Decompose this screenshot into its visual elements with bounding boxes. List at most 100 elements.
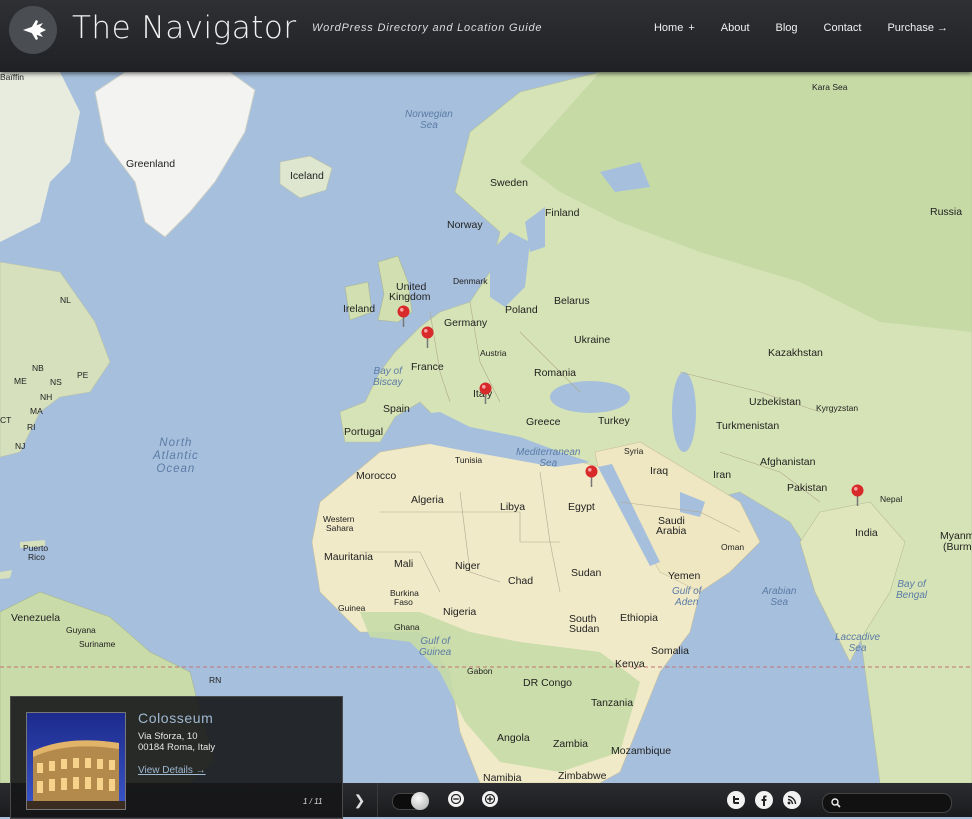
map-label: NS	[50, 377, 62, 387]
nav-contact[interactable]: Contact	[824, 22, 862, 34]
search-input[interactable]	[822, 793, 952, 813]
map-label: Iran	[713, 469, 732, 481]
map-label: RI	[27, 422, 36, 432]
map-label: NJ	[15, 441, 26, 451]
map-label: Chad	[508, 575, 534, 587]
next-location-button[interactable]: ❯	[342, 783, 378, 817]
map-label: Oman	[721, 542, 745, 552]
map-label: Zimbabwe	[558, 770, 607, 782]
sea-label: North Atlantic Ocean	[153, 437, 199, 475]
location-card: Colosseum Via Sforza, 10 00184 Roma, Ita…	[10, 696, 343, 819]
map-label: Gabon	[467, 666, 493, 676]
minus-icon	[451, 794, 461, 804]
map-label: Greece	[526, 416, 561, 428]
map-marker-icon[interactable]	[421, 326, 434, 348]
site-header: The Navigator WordPress Directory and Lo…	[0, 0, 972, 72]
nav-about[interactable]: About	[721, 22, 750, 34]
colosseum-image	[27, 713, 125, 809]
map-label: Kyrgyzstan	[816, 403, 859, 413]
map-label: Austria	[480, 348, 507, 358]
map-label: Yemen	[668, 570, 701, 582]
map-label: MA	[30, 406, 43, 416]
twitter-button[interactable]	[727, 791, 745, 809]
map-label: Angola	[497, 732, 530, 744]
sea-label: Bay of Bengal	[896, 579, 928, 601]
location-thumbnail[interactable]	[26, 712, 126, 810]
map-label: Russia	[930, 206, 963, 218]
sea-label: Bay of Biscay	[373, 366, 403, 388]
map-label: Tunisia	[455, 455, 483, 465]
map-marker-icon[interactable]	[585, 465, 598, 487]
map-label: CT	[0, 415, 12, 425]
map-label: Niger	[455, 560, 481, 572]
sea-label: Norwegian Sea	[405, 109, 453, 131]
map-label: Sahara	[326, 523, 354, 533]
airplane-icon	[23, 20, 46, 40]
map-label: Syria	[624, 446, 644, 456]
map-label: Romania	[534, 367, 577, 379]
map-label: Portugal	[344, 426, 384, 438]
map-label: RN	[209, 675, 222, 685]
map-label: India	[855, 527, 878, 539]
address-line-1: Via Sforza, 10	[138, 731, 198, 742]
zoom-in-button[interactable]	[482, 791, 498, 807]
rss-button[interactable]	[783, 791, 801, 809]
map-type-toggle[interactable]	[392, 792, 429, 810]
view-details-link[interactable]: View Details →	[138, 765, 206, 776]
map-label: Belarus	[554, 295, 590, 307]
map-marker-icon[interactable]	[479, 382, 492, 404]
sea-label: Gulf of Aden	[672, 586, 702, 608]
map-label: Sudan	[569, 623, 600, 635]
map-label: Guinea	[338, 603, 366, 613]
plus-icon: +	[688, 22, 695, 34]
twitter-icon	[733, 796, 739, 804]
map-label: Ethiopia	[620, 612, 658, 624]
facebook-icon	[761, 795, 767, 806]
logo[interactable]	[9, 6, 57, 54]
map-label: Kenya	[615, 658, 645, 670]
map-label: Ghana	[394, 622, 420, 632]
map-label: Spain	[383, 403, 410, 415]
map-label: NL	[60, 295, 71, 305]
plus-icon	[485, 794, 495, 804]
nav-blog[interactable]: Blog	[776, 22, 798, 34]
map-label: Libya	[500, 501, 526, 513]
map-label: Turkey	[598, 415, 630, 427]
map-label: Kingdom	[389, 291, 431, 303]
map-canvas[interactable]: Greenland Iceland Sweden Finland Norway …	[0, 72, 972, 784]
map-label: Pakistan	[787, 482, 828, 494]
site-title[interactable]: The Navigator	[72, 10, 297, 46]
map-marker-icon[interactable]	[851, 484, 864, 506]
map-label: Mali	[394, 558, 414, 570]
map-label: Morocco	[356, 470, 397, 482]
map-label: Sweden	[490, 177, 528, 189]
card-pager: 1 / 11	[303, 797, 323, 806]
map-label: Guyana	[66, 625, 96, 635]
map-label: Kazakhstan	[768, 347, 823, 359]
rss-icon	[787, 795, 797, 805]
nav-home[interactable]: Home +	[654, 22, 695, 34]
nav-purchase[interactable]: Purchase →	[887, 22, 948, 34]
map-label: Nigeria	[443, 606, 477, 618]
main-nav: Home + About Blog Contact Purchase →	[654, 0, 972, 56]
address-line-2: 00184 Roma, Italy	[138, 742, 216, 753]
map-label: Nepal	[880, 494, 903, 504]
location-title[interactable]: Colosseum	[138, 710, 213, 726]
map-label: NH	[40, 392, 53, 402]
map-marker-icon[interactable]	[397, 305, 410, 327]
map-label: Algeria	[411, 494, 444, 506]
zoom-out-button[interactable]	[448, 791, 464, 807]
search-icon	[831, 798, 841, 808]
sea-label: Gulf of Guinea	[419, 636, 452, 658]
map-label: Germany	[444, 317, 488, 329]
sea-label: Mediterranean Sea	[516, 447, 581, 469]
map-shapes	[0, 72, 972, 783]
facebook-button[interactable]	[755, 791, 773, 809]
map-label: Somalia	[651, 645, 689, 657]
map-label: Iceland	[290, 170, 324, 182]
map-label: Faso	[394, 597, 413, 607]
map-label: NB	[32, 363, 44, 373]
site-tagline: WordPress Directory and Location Guide	[312, 22, 543, 34]
map-label: Ireland	[343, 303, 376, 315]
map-label: Turkmenistan	[716, 420, 780, 432]
